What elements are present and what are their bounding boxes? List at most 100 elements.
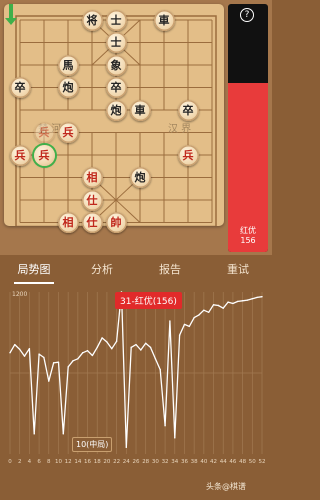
chart-point — [18, 348, 21, 351]
chart-point — [111, 348, 113, 350]
piece-black-chariot-mid[interactable]: 車 — [129, 99, 151, 121]
evaluation-bar — [228, 4, 268, 252]
tab-situation-chart[interactable]: 局势图 — [0, 258, 68, 284]
chart-point — [256, 296, 258, 299]
piece-black-advisor-top[interactable]: 士 — [105, 9, 127, 31]
chart-point — [72, 360, 74, 362]
help-icon[interactable]: ? — [240, 8, 254, 22]
chart-point — [77, 358, 79, 360]
chart-x-tick-label: 2 — [18, 459, 22, 465]
chart-x-tick-label: 20 — [103, 459, 110, 465]
river-text-right: 汉 界 — [168, 124, 192, 135]
chart-y-top-label: 1200 — [12, 291, 27, 298]
chart-point — [86, 350, 89, 352]
chart-point — [198, 314, 200, 316]
piece-black-horse-left[interactable]: 馬 — [57, 54, 79, 76]
chart-point — [144, 342, 147, 344]
chart-point — [217, 304, 220, 307]
chart-point — [261, 296, 263, 298]
chart-point — [106, 341, 108, 343]
chart-point — [33, 433, 35, 435]
piece-red-soldier-left[interactable]: 兵 — [9, 144, 31, 166]
chart-point — [38, 353, 40, 355]
evaluation-score: 156 — [240, 236, 256, 245]
chart-tooltip: 31-红优(156) — [115, 292, 182, 309]
tab-bar: 局势图 分析 报告 重试 — [0, 258, 272, 284]
piece-black-advisor-mid[interactable]: 士 — [105, 32, 127, 53]
chart-point — [140, 349, 142, 351]
piece-red-elephant[interactable]: 相 — [81, 167, 103, 188]
tab-report[interactable]: 报告 — [136, 258, 204, 284]
chart-point — [43, 356, 45, 359]
piece-red-king[interactable]: 帥 — [105, 212, 127, 233]
piece-red-advisor-bottom[interactable]: 仕 — [81, 212, 103, 233]
chart-x-tick-label: 50 — [249, 459, 256, 465]
chart-point — [28, 348, 31, 350]
evaluation-label-text: 红优 — [240, 226, 256, 235]
chart-point — [67, 366, 69, 368]
chart-point — [164, 424, 166, 427]
chart-point — [96, 346, 98, 349]
piece-black-cannon-left[interactable]: 炮 — [57, 77, 79, 98]
chart-point — [203, 309, 205, 311]
chart-point — [9, 352, 11, 354]
chart-point — [193, 316, 195, 319]
piece-red-soldier-selected[interactable]: 兵 — [33, 144, 55, 166]
chart-point — [154, 358, 157, 360]
chart-x-tick-label: 52 — [259, 459, 266, 465]
app-root: 楚 河 汉 界 士将車士馬象卒炮卒炮車卒兵兵兵兵兵炮相仕相仕帥 ? 红优 156… — [0, 0, 272, 500]
chart-point — [232, 302, 234, 305]
chart-x-tick-label: 30 — [152, 459, 159, 465]
move-arrow-icon — [5, 4, 17, 25]
chart-x-tick-label: 36 — [181, 459, 188, 465]
piece-black-soldier-right[interactable]: 卒 — [177, 99, 199, 121]
piece-red-elephant-bottom[interactable]: 相 — [57, 212, 79, 233]
piece-black-chariot-top[interactable]: 車 — [153, 9, 175, 31]
piece-black-soldier-left[interactable]: 卒 — [9, 77, 31, 98]
piece-black-soldier-mid[interactable]: 卒 — [105, 77, 127, 98]
chart-x-tick-label: 34 — [171, 459, 178, 465]
chart-point — [169, 320, 171, 322]
chart-point — [57, 361, 60, 363]
chart-x-tick-label: 26 — [133, 459, 140, 465]
evaluation-chart[interactable]: 0 2 4 6 8 10 12 14 16 18 20 22 24 26 28 30 32 34 36 38 40 42 4… — [0, 284, 272, 500]
chart-x-tick-label: 32 — [162, 459, 169, 465]
chart-point — [101, 337, 103, 339]
tab-retry[interactable]: 重试 — [204, 258, 272, 284]
chart-point — [52, 362, 55, 364]
chart-point — [23, 355, 26, 357]
chart-point — [149, 346, 152, 349]
chart-point — [222, 307, 224, 309]
watermark: 头条@棋谱 — [206, 482, 246, 491]
piece-red-soldier-center[interactable]: 兵 — [57, 122, 79, 143]
piece-red-soldier-faded[interactable]: 兵 — [33, 122, 55, 143]
piece-red-soldier-right[interactable]: 兵 — [177, 144, 199, 166]
chart-point — [81, 352, 84, 354]
chart-point — [14, 343, 16, 346]
chart-point — [212, 304, 215, 306]
chart-x-tick-label: 48 — [239, 459, 246, 465]
chart-x-tick-label: 8 — [47, 459, 51, 465]
chess-board[interactable]: 楚 河 汉 界 士将車士馬象卒炮卒炮車卒兵兵兵兵兵炮相仕相仕帥 — [4, 4, 224, 233]
chart-point — [125, 446, 128, 448]
chart-x-tick-label: 4 — [28, 459, 32, 465]
evaluation-label: 红优 156 — [228, 226, 268, 246]
piece-red-advisor-mid[interactable]: 仕 — [81, 189, 103, 211]
chart-point — [227, 301, 229, 303]
chart-x-tick-label: 24 — [123, 459, 130, 465]
chart-x-tick-label: 40 — [200, 459, 207, 465]
chart-x-tick-label: 12 — [65, 459, 72, 465]
piece-black-king[interactable]: 将 — [81, 9, 103, 31]
piece-black-elephant[interactable]: 象 — [105, 54, 127, 76]
chart-x-tick-label: 18 — [94, 459, 101, 465]
chart-x-tick-label: 16 — [84, 459, 91, 465]
chart-point — [207, 311, 210, 313]
evaluation-chart-svg: 0 2 4 6 8 10 12 14 16 18 20 22 24 26 28 30 32 34 36 38 40 42 4… — [8, 291, 266, 465]
chart-point — [237, 300, 239, 303]
piece-black-cannon-lower[interactable]: 炮 — [129, 167, 151, 188]
tab-analysis[interactable]: 分析 — [68, 258, 136, 284]
chart-x-tick-label: 38 — [191, 459, 198, 465]
chart-point — [251, 298, 254, 300]
piece-black-cannon-mid[interactable]: 炮 — [105, 99, 127, 121]
chart-point — [159, 368, 161, 371]
